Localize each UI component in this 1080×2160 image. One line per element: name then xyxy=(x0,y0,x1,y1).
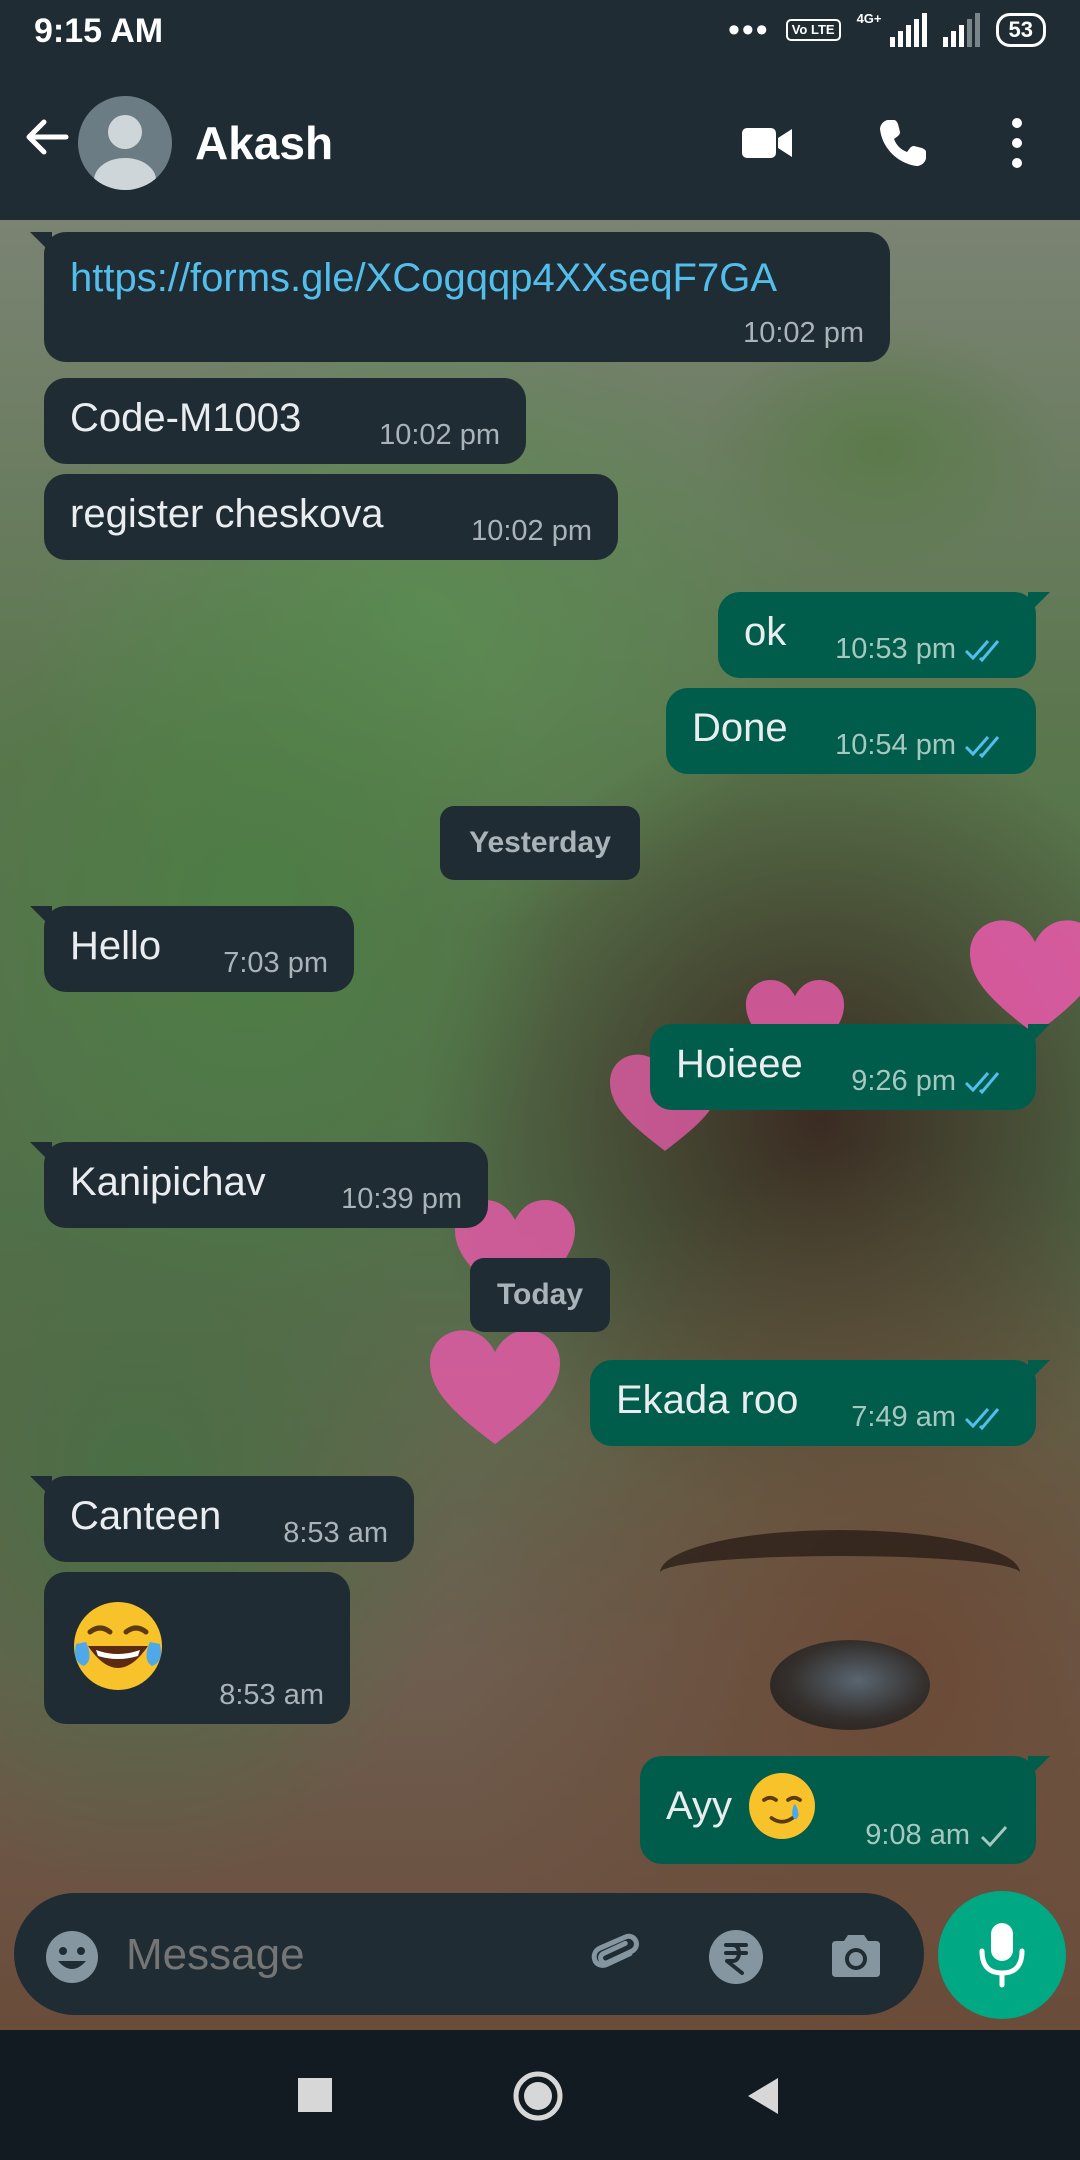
message-time: 10:39 pm xyxy=(341,1183,462,1216)
signal-icon-1 xyxy=(889,13,927,47)
heart-decoration xyxy=(970,920,1080,1035)
message-text: Done xyxy=(692,706,788,750)
message-bubble-incoming[interactable]: Code-M1003 10:02 pm xyxy=(44,378,526,464)
wallpaper-photo-detail xyxy=(660,1530,1020,1616)
notification-dots: ••• xyxy=(728,11,770,49)
time-text: 10:02 pm xyxy=(379,419,500,451)
message-text: register cheskova xyxy=(70,492,384,536)
phone-icon[interactable] xyxy=(876,116,930,170)
payment-rupee-icon[interactable] xyxy=(708,1929,764,1985)
sent-tick-icon xyxy=(980,1825,1008,1847)
message-bubble-outgoing[interactable]: Ayy 9:08 am xyxy=(640,1756,1050,1864)
back-arrow-icon[interactable] xyxy=(22,112,72,162)
message-bubble-outgoing[interactable]: Hoieee 9:26 pm xyxy=(650,1024,1050,1110)
back-icon[interactable] xyxy=(740,2072,788,2120)
date-separator: Yesterday xyxy=(440,806,640,880)
chat-area[interactable]: https://forms.gle/XCogqqp4XXseqF7GA 10:0… xyxy=(0,220,1080,2030)
battery-icon: 53 xyxy=(995,13,1046,47)
heart-decoration xyxy=(430,1330,560,1445)
message-bubble-incoming[interactable]: https://forms.gle/XCogqqp4XXseqF7GA 10:0… xyxy=(30,232,890,362)
contact-name[interactable]: Akash xyxy=(195,116,333,170)
message-time: 7:49 am xyxy=(851,1401,1010,1434)
time-text: 8:53 am xyxy=(283,1517,388,1549)
video-call-icon[interactable] xyxy=(740,116,794,170)
message-text: Code-M1003 xyxy=(70,396,302,440)
attach-icon[interactable] xyxy=(588,1929,644,1985)
emoji-icon[interactable] xyxy=(44,1929,100,1985)
message-input[interactable] xyxy=(124,1923,548,1987)
message-bubble-outgoing[interactable]: ok 10:53 pm xyxy=(718,592,1050,678)
message-bubble-outgoing[interactable]: Done 10:54 pm xyxy=(666,688,1036,774)
read-receipt-icon xyxy=(964,1407,1000,1430)
time-text: 10:02 pm xyxy=(471,515,592,547)
time-text: 9:08 am xyxy=(865,1819,970,1851)
recent-apps-icon[interactable] xyxy=(292,2072,340,2120)
message-text: Kanipichav xyxy=(70,1160,266,1204)
message-time: 8:53 am xyxy=(283,1517,388,1550)
wallpaper-photo-detail xyxy=(770,1640,930,1730)
message-time: 9:26 pm xyxy=(851,1065,1010,1098)
time-text: 10:02 pm xyxy=(743,317,864,349)
time-text: 10:54 pm xyxy=(835,729,956,761)
message-bubble-incoming[interactable]: 8:53 am xyxy=(44,1572,350,1724)
avatar[interactable] xyxy=(78,96,172,190)
time-text: 7:49 am xyxy=(851,1401,956,1433)
face-with-tears-of-joy-icon xyxy=(74,1602,162,1690)
message-text: Ayy xyxy=(666,1784,732,1828)
time-text: 10:39 pm xyxy=(341,1183,462,1215)
message-bubble-incoming[interactable]: Kanipichav 10:39 pm xyxy=(30,1142,488,1228)
message-text: Hoieee xyxy=(676,1042,803,1086)
message-time: 10:02 pm xyxy=(471,515,592,548)
read-receipt-icon xyxy=(964,1071,1000,1094)
message-time: 10:02 pm xyxy=(743,317,864,350)
message-bubble-incoming[interactable]: Hello 7:03 pm xyxy=(30,906,354,992)
time-text: 7:03 pm xyxy=(223,947,328,979)
microphone-icon xyxy=(979,1923,1025,1988)
read-receipt-icon xyxy=(964,735,1000,758)
read-receipt-icon xyxy=(964,639,1000,662)
message-bubble-incoming[interactable]: Canteen 8:53 am xyxy=(30,1476,414,1562)
status-icons: ••• Vo LTE 4G+ 53 xyxy=(728,10,1046,50)
default-avatar-icon xyxy=(94,115,156,190)
message-time: 9:08 am xyxy=(865,1819,1010,1852)
message-time: 10:53 pm xyxy=(835,633,1010,666)
message-time: 8:53 am xyxy=(219,1679,324,1712)
message-text: Ekada roo xyxy=(616,1378,799,1422)
message-link[interactable]: https://forms.gle/XCogqqp4XXseqF7GA xyxy=(70,256,777,301)
date-separator: Today xyxy=(470,1258,610,1332)
camera-icon[interactable] xyxy=(828,1929,884,1985)
message-text: Canteen xyxy=(70,1494,222,1538)
time-text: 9:26 pm xyxy=(851,1065,956,1097)
network-type: 4G+ xyxy=(856,10,882,26)
more-options-icon[interactable] xyxy=(990,116,1044,170)
message-bubble-incoming[interactable]: register cheskova 10:02 pm xyxy=(44,474,618,560)
volte-icon: Vo LTE xyxy=(785,19,841,41)
message-time: 7:03 pm xyxy=(223,947,328,980)
message-composer[interactable] xyxy=(14,1893,924,2015)
message-text: Hello xyxy=(70,924,162,968)
smiling-face-with-tear-icon xyxy=(749,1773,815,1839)
status-time: 9:15 AM xyxy=(34,12,164,50)
signal-icon-2 xyxy=(942,13,980,47)
status-bar: 9:15 AM ••• Vo LTE 4G+ 53 xyxy=(0,0,1080,66)
time-text: 10:53 pm xyxy=(835,633,956,665)
home-icon[interactable] xyxy=(512,2070,564,2122)
message-text: ok xyxy=(744,610,787,654)
time-text: 8:53 am xyxy=(219,1679,324,1711)
message-time: 10:02 pm xyxy=(379,419,500,452)
message-bubble-outgoing[interactable]: Ekada roo 7:49 am xyxy=(590,1360,1050,1446)
battery-level: 53 xyxy=(1008,17,1033,42)
system-navigation-bar xyxy=(0,2030,1080,2160)
voice-record-button[interactable] xyxy=(938,1891,1066,2019)
chat-header: Akash xyxy=(0,66,1080,220)
message-time: 10:54 pm xyxy=(835,729,1010,762)
